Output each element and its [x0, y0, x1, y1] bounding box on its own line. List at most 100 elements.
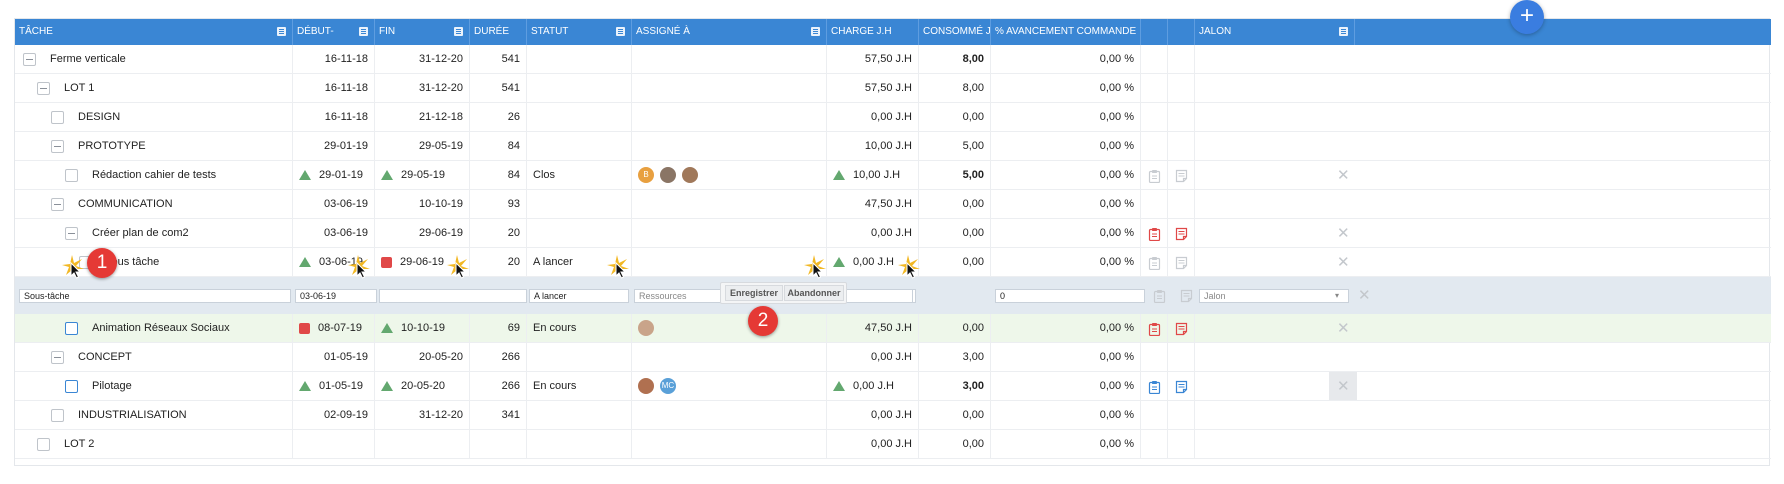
column-menu-icon[interactable] [616, 27, 625, 36]
save-button[interactable]: Enregistrer [725, 285, 783, 301]
column-menu-icon[interactable] [1339, 27, 1348, 36]
collapse-toggle-icon[interactable] [37, 81, 50, 95]
charge-cell: 47,50 J.H [827, 314, 919, 343]
column-menu-icon[interactable] [811, 27, 820, 36]
action-cell-2 [1168, 103, 1195, 132]
row-checkbox[interactable] [37, 437, 50, 451]
consumed-cell: 0,00 [919, 219, 991, 248]
note-icon[interactable] [1175, 256, 1188, 270]
close-icon[interactable]: ✕ [1337, 168, 1350, 183]
column-header-debut[interactable]: DÉBUT- [293, 19, 375, 45]
avatar-initials[interactable]: MC [660, 378, 676, 395]
consumed-cell: 0,00 [919, 190, 991, 219]
start-date-cell: 16-11-18 [293, 74, 375, 103]
task-name-cell: PROTOTYPE [15, 132, 293, 161]
clipboard-icon[interactable] [1148, 169, 1161, 184]
action-cell-2 [1168, 45, 1195, 74]
consumed: 0,00 [962, 256, 984, 268]
column-header-blank2[interactable] [1168, 19, 1195, 45]
column-menu-icon[interactable] [277, 27, 286, 36]
note-icon[interactable] [1175, 322, 1188, 336]
task-name-cell: Créer plan de com2 [15, 219, 293, 248]
charge: 0,00 J.H [871, 111, 912, 123]
cancel-button[interactable]: Abandonner [784, 285, 844, 301]
column-menu-icon[interactable] [454, 27, 463, 36]
start-date-cell: 01-05-19 [293, 343, 375, 372]
status-cell [527, 132, 632, 161]
collapse-toggle-icon[interactable] [51, 197, 64, 211]
column-header-consomme[interactable]: CONSOMMÉ J.H [919, 19, 991, 45]
task-name: Créer plan de com2 [92, 227, 189, 239]
end-date-cell: 29-05-19 [375, 161, 470, 190]
milestone-select[interactable]: Jalon [1199, 289, 1349, 303]
column-header-avancement[interactable]: % AVANCEMENT COMMANDE [991, 19, 1141, 45]
consumed: 3,00 [962, 351, 984, 363]
close-icon[interactable]: ✕ [1337, 255, 1350, 270]
action-cell-1 [1141, 103, 1168, 132]
clipboard-icon[interactable] [1148, 322, 1161, 337]
end-date-input[interactable] [379, 289, 527, 303]
column-header-duree[interactable]: DURÉE [470, 19, 527, 45]
collapse-toggle-icon[interactable] [51, 139, 64, 153]
collapse-toggle-icon[interactable] [65, 226, 78, 240]
note-icon[interactable] [1180, 289, 1193, 303]
avatar-photo[interactable] [660, 167, 676, 184]
row-checkbox[interactable] [65, 379, 78, 393]
consumed: 0,00 [962, 438, 984, 450]
progress-input[interactable]: 0 [995, 289, 1145, 303]
column-menu-icon[interactable] [359, 27, 368, 36]
column-header-tache[interactable]: TÂCHE [15, 19, 293, 45]
note-icon[interactable] [1175, 169, 1188, 183]
consumed-cell: 0,00 [919, 103, 991, 132]
duration: 84 [507, 169, 520, 181]
end-date: 29-06-19 [418, 227, 463, 239]
avatar-photo[interactable] [682, 167, 698, 184]
start-date-input[interactable]: 03-06-19 [295, 289, 377, 303]
column-header-charge[interactable]: CHARGE J.H [827, 19, 919, 45]
consumed: 0,00 [962, 409, 984, 421]
green-triangle-flag-icon [381, 381, 393, 392]
add-task-button[interactable]: + [1510, 0, 1544, 34]
collapse-toggle-icon[interactable] [51, 350, 64, 364]
clipboard-icon[interactable] [1148, 256, 1161, 271]
column-header-jalon[interactable]: JALON [1195, 19, 1355, 45]
progress-cell: 0,00 % [991, 74, 1141, 103]
status-cell [527, 45, 632, 74]
row-checkbox[interactable] [65, 321, 78, 335]
consumed: 0,00 [962, 198, 984, 210]
close-icon[interactable]: ✕ [1358, 288, 1371, 303]
avatar-initials[interactable]: B [638, 167, 654, 184]
column-header-statut[interactable]: STATUT [527, 19, 632, 45]
close-icon[interactable]: ✕ [1337, 226, 1350, 241]
duration-cell: 341 [470, 401, 527, 430]
column-header-blank1[interactable] [1141, 19, 1168, 45]
chevron-down-icon[interactable]: ▾ [1335, 291, 1339, 300]
duration: 84 [507, 140, 520, 152]
avatar-photo[interactable] [638, 378, 654, 395]
close-icon[interactable]: ✕ [1337, 321, 1350, 336]
end-date-cell: 31-12-20 [375, 401, 470, 430]
task-name-input[interactable]: Sous-tâche [19, 289, 291, 303]
clipboard-icon[interactable] [1148, 380, 1161, 395]
column-header-fin[interactable]: FIN [375, 19, 470, 45]
task-name: Ferme verticale [50, 53, 126, 65]
status-cell: En cours [527, 372, 632, 401]
status-input[interactable]: A lancer [529, 289, 629, 303]
charge: 10,00 J.H [864, 140, 912, 152]
column-header-assigne[interactable]: ASSIGNÉ À [632, 19, 827, 45]
clipboard-icon[interactable] [1148, 227, 1161, 242]
clipboard-icon[interactable] [1153, 289, 1166, 304]
start-date: 08-07-19 [318, 322, 363, 334]
assignee-cell [632, 103, 827, 132]
avatar-photo[interactable] [638, 320, 654, 337]
close-icon[interactable]: ✕ [1337, 379, 1350, 394]
green-triangle-flag-icon [833, 170, 845, 181]
row-checkbox[interactable] [51, 110, 64, 124]
collapse-toggle-icon[interactable] [23, 52, 36, 66]
column-header-label: DURÉE [474, 26, 510, 37]
row-checkbox[interactable] [65, 168, 78, 182]
note-icon[interactable] [1175, 227, 1188, 241]
note-icon[interactable] [1175, 380, 1188, 394]
row-checkbox[interactable] [51, 408, 64, 422]
assignee-cell: B [632, 161, 827, 190]
